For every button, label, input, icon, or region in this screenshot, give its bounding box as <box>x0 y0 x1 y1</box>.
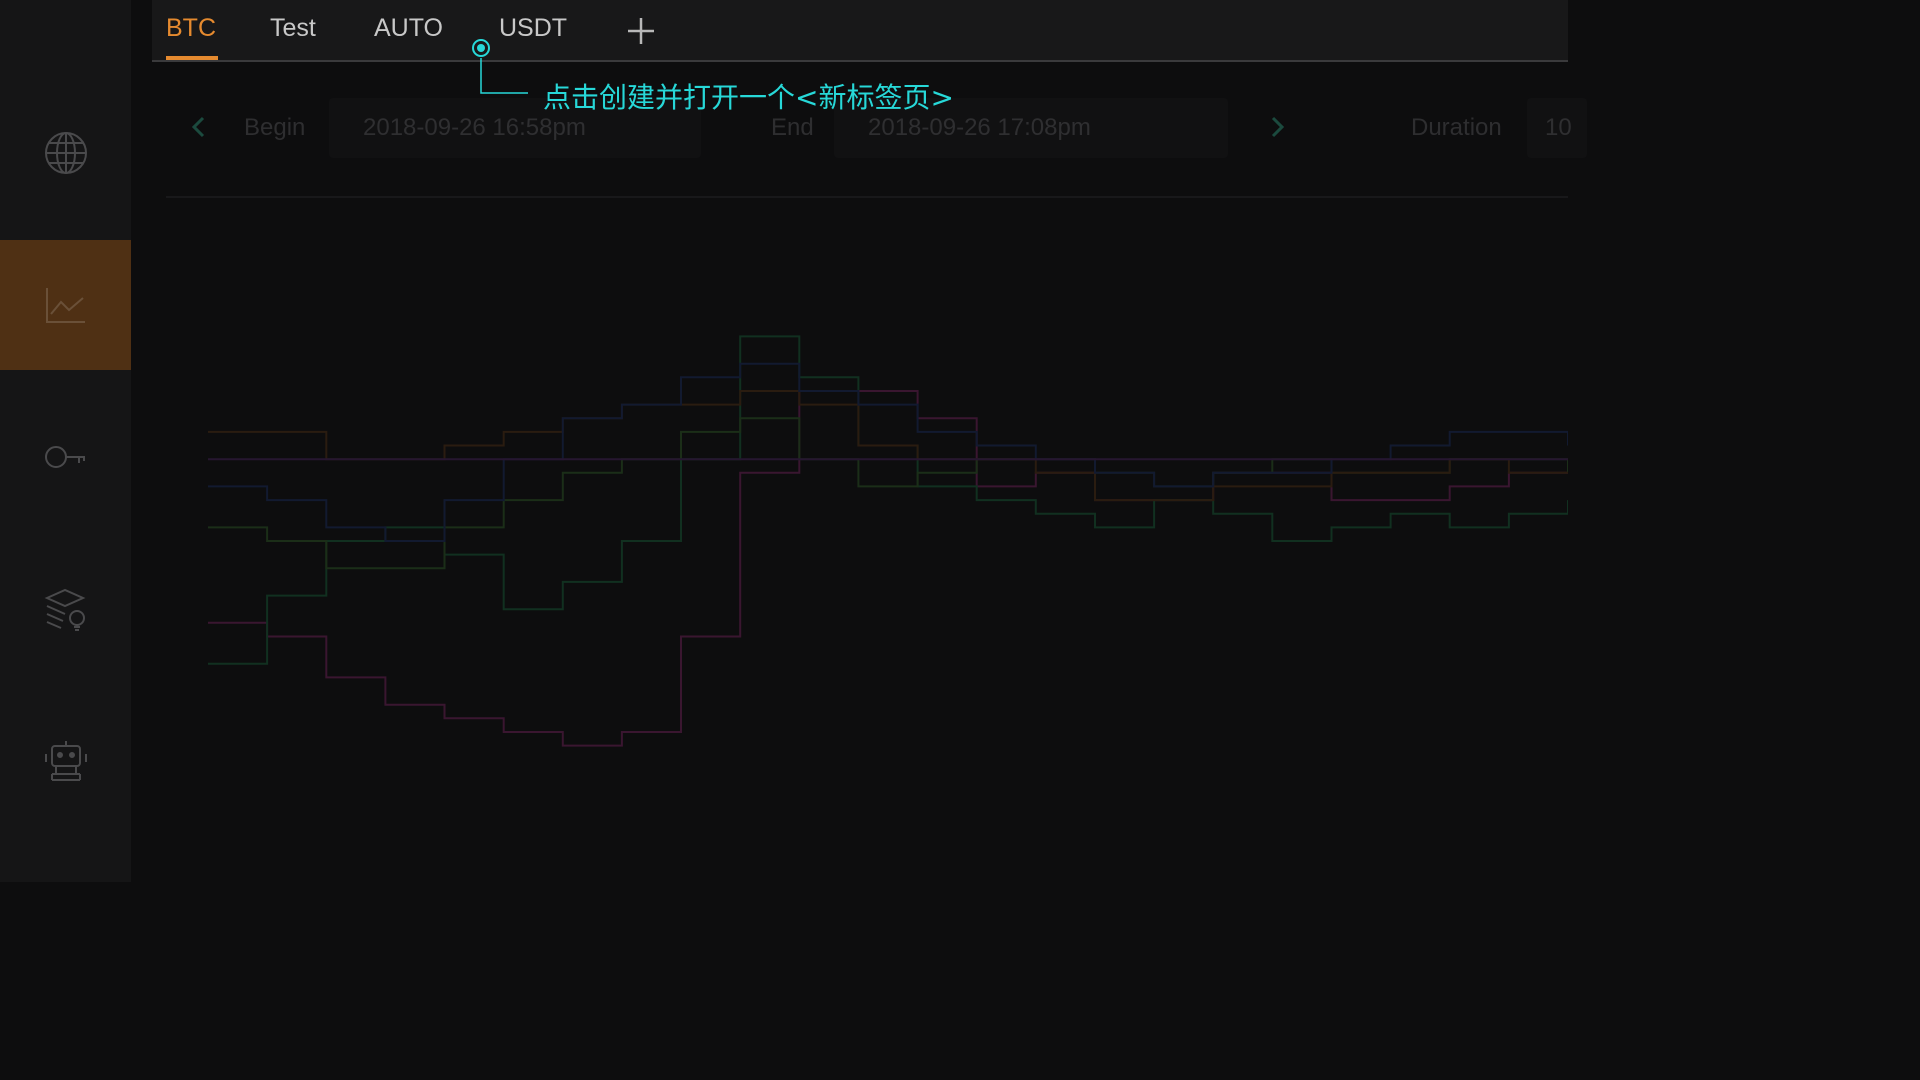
divider <box>166 196 1568 198</box>
sidebar-item-key[interactable] <box>0 392 131 522</box>
hint-target-marker <box>472 39 490 57</box>
sidebar <box>0 0 131 882</box>
begin-label: Begin <box>244 114 306 141</box>
sidebar-item-globe[interactable] <box>0 88 131 218</box>
sidebar-item-strategy[interactable] <box>0 544 131 674</box>
globe-icon <box>44 132 87 174</box>
chevron-right-icon[interactable] <box>1262 110 1292 144</box>
tab-auto[interactable]: AUTO <box>374 14 443 43</box>
layers-lightbulb-icon <box>44 588 85 631</box>
chart-series-line <box>208 390 1568 502</box>
tab-btc[interactable]: BTC <box>166 14 216 43</box>
sidebar-item-robot[interactable] <box>0 696 131 826</box>
price-chart <box>208 335 1568 747</box>
line-chart-icon <box>45 288 85 323</box>
key-icon <box>44 446 85 468</box>
duration-field[interactable]: 10 <box>1527 98 1587 158</box>
chevron-left-icon[interactable] <box>184 110 214 144</box>
chart-series-line <box>208 417 1568 570</box>
tab-bar: BTC Test AUTO USDT <box>152 0 1568 62</box>
tab-test[interactable]: Test <box>270 14 316 43</box>
plus-icon[interactable] <box>624 14 658 48</box>
robot-icon <box>44 741 87 781</box>
hint-connector-line <box>480 58 528 94</box>
active-tab-indicator <box>166 56 218 60</box>
duration-label: Duration <box>1411 114 1502 141</box>
end-label: End <box>771 114 814 141</box>
hint-callout-text: 点击创建并打开一个<新标签页> <box>543 81 954 114</box>
tab-usdt[interactable]: USDT <box>499 14 567 43</box>
sidebar-item-chart[interactable] <box>0 240 131 370</box>
